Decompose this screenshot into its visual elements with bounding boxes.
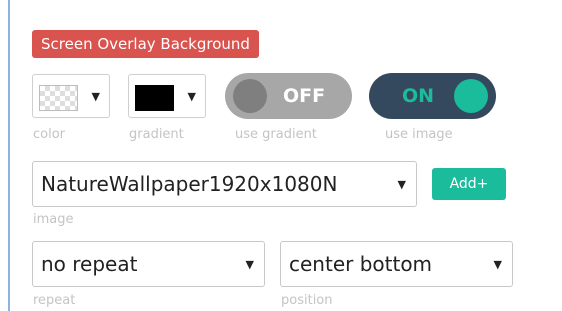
panel-left-border (8, 0, 10, 311)
caret-down-icon: ▼ (397, 178, 406, 191)
section-title-badge: Screen Overlay Background (32, 30, 259, 58)
toggle-knob (233, 79, 267, 113)
transparent-swatch (39, 85, 78, 111)
repeat-select[interactable]: no repeat ▼ (32, 241, 265, 287)
caret-down-icon: ▼ (493, 258, 502, 271)
caret-down-icon: ▼ (245, 258, 254, 271)
screen-overlay-background-panel: Screen Overlay Background ▼ color ▼ grad… (0, 0, 562, 311)
image-select[interactable]: NatureWallpaper1920x1080N ▼ (32, 161, 417, 207)
image-select-value: NatureWallpaper1920x1080N (41, 172, 338, 196)
caret-down-icon: ▼ (91, 90, 100, 103)
add-image-button[interactable]: Add+ (432, 168, 506, 200)
color-caption: color (33, 127, 66, 142)
gradient-picker-dropdown[interactable]: ▼ (128, 74, 206, 118)
position-select-value: center bottom (289, 252, 433, 276)
image-caption: image (33, 212, 74, 227)
use-image-caption: use image (385, 127, 453, 142)
gradient-caption: gradient (129, 127, 184, 142)
toggle-on-label: ON (402, 85, 435, 107)
toggle-off-label: OFF (283, 85, 326, 107)
repeat-select-value: no repeat (41, 252, 138, 276)
caret-down-icon: ▼ (187, 90, 196, 103)
use-gradient-toggle[interactable]: OFF (225, 73, 352, 119)
color-picker-dropdown[interactable]: ▼ (32, 74, 110, 118)
repeat-caption: repeat (33, 293, 76, 308)
toggle-knob (454, 79, 488, 113)
position-caption: position (281, 293, 333, 308)
use-image-toggle[interactable]: ON (369, 73, 496, 119)
black-swatch (135, 85, 174, 111)
position-select[interactable]: center bottom ▼ (280, 241, 513, 287)
use-gradient-caption: use gradient (235, 127, 317, 142)
